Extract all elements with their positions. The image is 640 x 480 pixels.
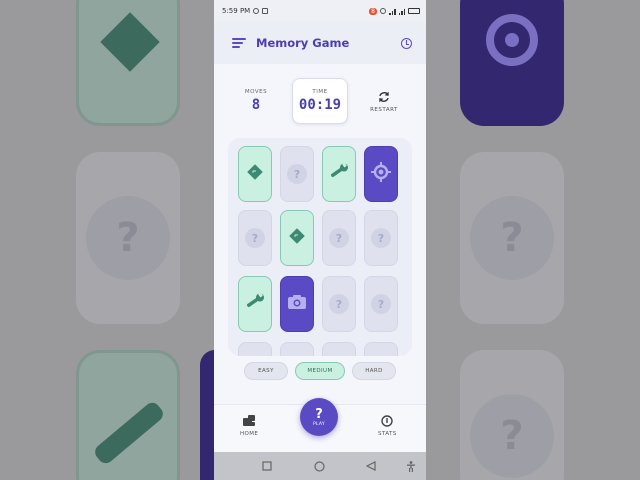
memory-card[interactable]: ?: [238, 210, 272, 266]
app-bar: Memory Game: [214, 22, 426, 64]
settings-status-icon: [253, 8, 260, 14]
restart-label: RESTART: [370, 106, 398, 113]
memory-card[interactable]: [364, 146, 398, 202]
wrench-icon: [328, 161, 350, 187]
memory-card[interactable]: [238, 146, 272, 202]
bg-question-circle: ?: [470, 394, 554, 478]
question-icon: ?: [371, 228, 391, 248]
difficulty-hard-button[interactable]: HARD: [352, 362, 396, 380]
stats-row: MOVES 8 TIME 00:19 RESTART: [228, 78, 412, 124]
time-stat: TIME 00:19: [292, 78, 348, 124]
accessibility-icon[interactable]: [406, 461, 416, 472]
nav-home[interactable]: HOME: [240, 415, 258, 437]
question-icon: ?: [371, 294, 391, 314]
memory-card[interactable]: ?: [364, 210, 398, 266]
memory-card[interactable]: [238, 276, 272, 332]
bg-question-circle: ?: [86, 196, 170, 280]
system-navigation-bar: [214, 452, 426, 480]
card-board: ??????: [228, 138, 412, 356]
wrench-icon: [244, 291, 266, 317]
signal-icon: [389, 8, 396, 15]
moves-label: MOVES: [244, 89, 268, 95]
bg-tile: [460, 0, 564, 126]
history-clock-icon[interactable]: [401, 37, 412, 49]
phone-screen: 5:59 PM 8 Memory Game MOVES 8 TIME 00:19: [214, 0, 426, 480]
status-time: 5:59 PM: [222, 7, 251, 15]
time-label: TIME: [312, 89, 328, 95]
restart-button[interactable]: RESTART: [356, 78, 412, 124]
road-sign-icon: [246, 163, 264, 185]
bg-question-circle: ?: [470, 196, 554, 280]
home-icon: [243, 415, 256, 426]
memory-card[interactable]: ?: [364, 276, 398, 332]
memory-card[interactable]: [280, 210, 314, 266]
menu-icon[interactable]: [232, 38, 246, 48]
camera-icon: [286, 293, 308, 315]
play-question-icon: ?: [315, 406, 323, 422]
time-value: 00:19: [298, 97, 342, 113]
bg-tile: [200, 350, 214, 480]
bg-tile: [76, 0, 180, 126]
crosshair-icon: [370, 161, 392, 187]
bg-tile: [76, 350, 180, 480]
difficulty-easy-button[interactable]: EASY: [244, 362, 288, 380]
memory-card[interactable]: [322, 342, 356, 356]
battery-icon: [408, 8, 420, 14]
nav-home-label: HOME: [240, 431, 259, 437]
blurred-background-right: ? ?: [426, 0, 640, 480]
memory-card[interactable]: [238, 342, 272, 356]
notification-badge: 8: [369, 7, 377, 15]
moves-value: 8: [251, 97, 261, 113]
moves-stat: MOVES 8: [228, 78, 284, 124]
signal-icon: [398, 8, 405, 15]
memory-card[interactable]: [280, 342, 314, 356]
question-icon: ?: [245, 228, 265, 248]
memory-card[interactable]: ?: [322, 276, 356, 332]
question-icon: ?: [329, 294, 349, 314]
difficulty-selector: EASY MEDIUM HARD: [244, 362, 396, 380]
status-bar: 5:59 PM 8: [214, 0, 426, 22]
restart-icon: [379, 91, 389, 102]
nav-stats[interactable]: STATS: [378, 415, 397, 437]
question-icon: ?: [329, 228, 349, 248]
memory-card[interactable]: [364, 342, 398, 356]
nav-stats-label: STATS: [378, 431, 397, 437]
memory-card[interactable]: [280, 276, 314, 332]
memory-card[interactable]: [322, 146, 356, 202]
info-icon: [381, 415, 394, 427]
play-button[interactable]: ? PLAY: [300, 398, 338, 436]
app-title: Memory Game: [256, 36, 350, 50]
notification-status-icon: [262, 8, 269, 14]
recent-apps-icon[interactable]: [262, 461, 272, 471]
home-system-icon[interactable]: [314, 461, 325, 472]
blurred-background-left: ?: [0, 0, 214, 480]
road-sign-icon: [288, 227, 306, 249]
memory-card[interactable]: ?: [280, 146, 314, 202]
difficulty-medium-button[interactable]: MEDIUM: [295, 362, 345, 380]
memory-card[interactable]: ?: [322, 210, 356, 266]
play-label: PLAY: [312, 421, 325, 427]
bottom-nav: HOME ? PLAY STATS: [214, 398, 426, 452]
question-icon: ?: [287, 164, 307, 184]
back-icon[interactable]: [366, 461, 376, 471]
alarm-status-icon: [380, 8, 386, 14]
